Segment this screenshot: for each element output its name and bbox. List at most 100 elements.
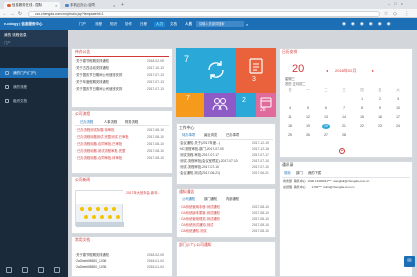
list-item[interactable]: ·会议通知-测试(2017-06-21)	[179, 171, 247, 176]
new-tab-icon[interactable]: +	[121, 2, 124, 8]
tile-meeting[interactable]	[204, 93, 236, 117]
calendar-day-cell[interactable]: 21	[340, 124, 348, 129]
list-item[interactable]: · OA系统使用手册-测试通知	[179, 205, 247, 210]
tile-mail[interactable]: 7	[176, 93, 204, 117]
list-item[interactable]: ·测试-流程审批(会议室预定)-2017-07-10	[179, 159, 247, 164]
tile-chat[interactable]: 2	[236, 93, 256, 117]
reload-icon[interactable]: ↻	[17, 11, 23, 17]
settings-icon[interactable]	[38, 267, 44, 273]
next-month-icon[interactable]: ▸	[372, 68, 374, 73]
list-item[interactable]: · 已办流程标题-合同审批-待审批	[75, 156, 145, 161]
list-item[interactable]: ·会议通知-关于(2017年度...)	[179, 141, 247, 146]
header-tools[interactable]: ◉◉◉◉◉◉	[342, 21, 412, 27]
calendar-day-cell[interactable]: 25	[286, 133, 294, 138]
tile-calendar[interactable]: 28	[256, 93, 276, 117]
calendar-day-cell[interactable]: 6	[322, 106, 330, 111]
calendar-month[interactable]: 2018年02月	[335, 68, 356, 74]
search-input[interactable]: 请输入关键词搜索	[196, 21, 244, 27]
calendar-day-cell[interactable]: 15	[358, 115, 366, 120]
tab-hr-flow[interactable]: 人事流程	[104, 120, 117, 125]
star-icon[interactable]: ☆	[383, 11, 389, 17]
browser-tab-1[interactable]: 信息服务在线 - 国际 ×	[4, 1, 60, 10]
tab-dept-notice[interactable]: 部门通知	[204, 197, 217, 202]
tab-done[interactable]: 已办事项	[226, 133, 239, 138]
calendar-day-cell[interactable]: 8	[358, 106, 366, 111]
window-controls[interactable]: –□×	[388, 1, 407, 7]
prev-month-icon[interactable]: ◂	[326, 68, 328, 73]
calendar-day-cell[interactable]: 11	[286, 115, 294, 120]
calendar-day-cell[interactable]: 3	[394, 97, 402, 102]
list-item[interactable]: ·关于国庆节日期间公司值班安排	[75, 87, 145, 92]
list-item[interactable]: ·测试流程-审批-2017-07-17	[179, 153, 247, 158]
tile-tasks[interactable]: 7	[176, 48, 236, 93]
browser-tab-2[interactable]: 手机云办公-合同 ×	[62, 2, 118, 10]
list-item[interactable]: ·关于年度假期安排通知	[75, 80, 109, 85]
calendar-day-cell[interactable]: 22	[358, 124, 366, 129]
collapse-icon[interactable]	[54, 267, 60, 273]
calendar-day-cell[interactable]: 20	[322, 124, 330, 129]
calendar-day-cell[interactable]: 9	[376, 106, 384, 111]
news-caption[interactable]: 2017年大班年会-新年...	[126, 191, 160, 196]
search-icon[interactable]: ⌕	[246, 22, 248, 27]
tab-finance-flow[interactable]: 财务流程	[125, 120, 138, 125]
calendar-day-cell[interactable]: 10	[394, 106, 402, 111]
list-item[interactable]: · 已办流程测试标题-待审批	[75, 128, 145, 133]
list-item[interactable]: ·NC流程审批-部门-2017-07-00	[179, 147, 247, 152]
tab-subordinates[interactable]: 我的下属	[308, 171, 321, 176]
contact-row[interactable]: 总经理 销售中心 1794*** liulin@zhengda.com.cn	[283, 185, 354, 190]
tab-dept[interactable]: 部门	[296, 171, 303, 176]
calendar-day-cell[interactable]: 26	[304, 133, 312, 138]
list-item[interactable]: · OA系统使用规范-测试通知	[179, 217, 247, 222]
user-name[interactable]: 人员	[185, 22, 192, 27]
menu-item-schedule[interactable]: 日程	[140, 22, 147, 27]
list-item[interactable]: · 已办流程标题-测试流程审批-完整	[75, 149, 145, 154]
add-event-icon[interactable]: +	[339, 148, 345, 154]
list-item[interactable]: · 已办流程标题-合同审批-已审批	[75, 142, 145, 147]
list-item[interactable]: ·2a2beb6f8820_1035	[75, 265, 106, 270]
list-item[interactable]: ·关于国庆节日期间公司值班安排	[75, 73, 145, 78]
tab-done-flow[interactable]: 已办流程	[80, 120, 93, 125]
tab-recent[interactable]: 最近浏览	[204, 133, 217, 138]
calendar-day-cell[interactable]: 23	[376, 124, 384, 129]
calendar-day-cell[interactable]: 16	[376, 115, 384, 120]
sidebar-item-my-flow[interactable]: 我的流程	[0, 82, 68, 92]
menu-item-knowledge[interactable]: 知识	[110, 22, 117, 27]
calendar-day-cell[interactable]: 14	[340, 115, 348, 120]
calendar-day-cell[interactable]: 7	[340, 106, 348, 111]
calendar-day-cell[interactable]: 5	[304, 106, 312, 111]
back-icon[interactable]: ←	[2, 11, 8, 17]
calendar-day-cell[interactable]: 4	[286, 106, 294, 111]
close-tab-icon[interactable]: ×	[55, 2, 57, 10]
list-item[interactable]: ·关于春节假期安排通知	[75, 59, 109, 64]
list-item[interactable]: · OA系统版本更新-测试通知	[179, 211, 247, 216]
menu-item-flow[interactable]: 流程	[95, 22, 102, 27]
calendar-day-cell[interactable]: 27	[322, 133, 330, 138]
tab-pending[interactable]: 待办事项	[182, 133, 195, 138]
refresh-icon[interactable]	[22, 267, 28, 273]
tile-docs[interactable]: 3	[236, 48, 276, 93]
sidebar-item-org-docs[interactable]: 组织文档	[0, 96, 68, 106]
calendar-day-cell[interactable]: 19	[304, 124, 312, 129]
extension-icon[interactable]: ◇	[392, 11, 398, 17]
menu-item-docs[interactable]: 文档	[170, 22, 177, 27]
list-item[interactable]: ·2a2beb6f8820_1036	[75, 259, 106, 264]
list-item[interactable]: · 已办流程标题测试-完整测试-已审批	[75, 135, 145, 140]
list-item[interactable]: ·测试-流程审批-2017-07-10	[179, 165, 247, 170]
list-item[interactable]: · OA系统测试通知-测试	[179, 223, 247, 228]
menu-item-portal[interactable]: 门户	[79, 22, 86, 27]
calendar-day-cell[interactable]: 2	[376, 97, 384, 102]
home-icon[interactable]	[6, 267, 12, 273]
tab-internal-notice[interactable]: 内部通知	[226, 197, 239, 202]
calendar-day-cell[interactable]: 28	[340, 133, 348, 138]
browser-menu-icon[interactable]: ⋮	[404, 11, 410, 17]
chat-float-icon[interactable]: ✉	[404, 256, 415, 267]
menu-item-hr[interactable]: 人力	[154, 21, 165, 27]
forward-icon[interactable]: →	[9, 11, 15, 17]
contact-row[interactable]: 商务部 销售中心 1300 13300011*** wangfeli@zheng…	[283, 179, 369, 184]
list-item[interactable]: · OA系统通知-测试	[179, 229, 247, 234]
tab-frequent[interactable]: 常用	[284, 171, 291, 176]
news-image[interactable]	[75, 190, 124, 227]
calendar-day-cell[interactable]: 13	[322, 115, 330, 120]
url-input[interactable]: zzz.zhengda.com/znxj/main.jsp?templateId…	[28, 10, 380, 17]
close-tab-icon[interactable]: ×	[113, 2, 115, 10]
